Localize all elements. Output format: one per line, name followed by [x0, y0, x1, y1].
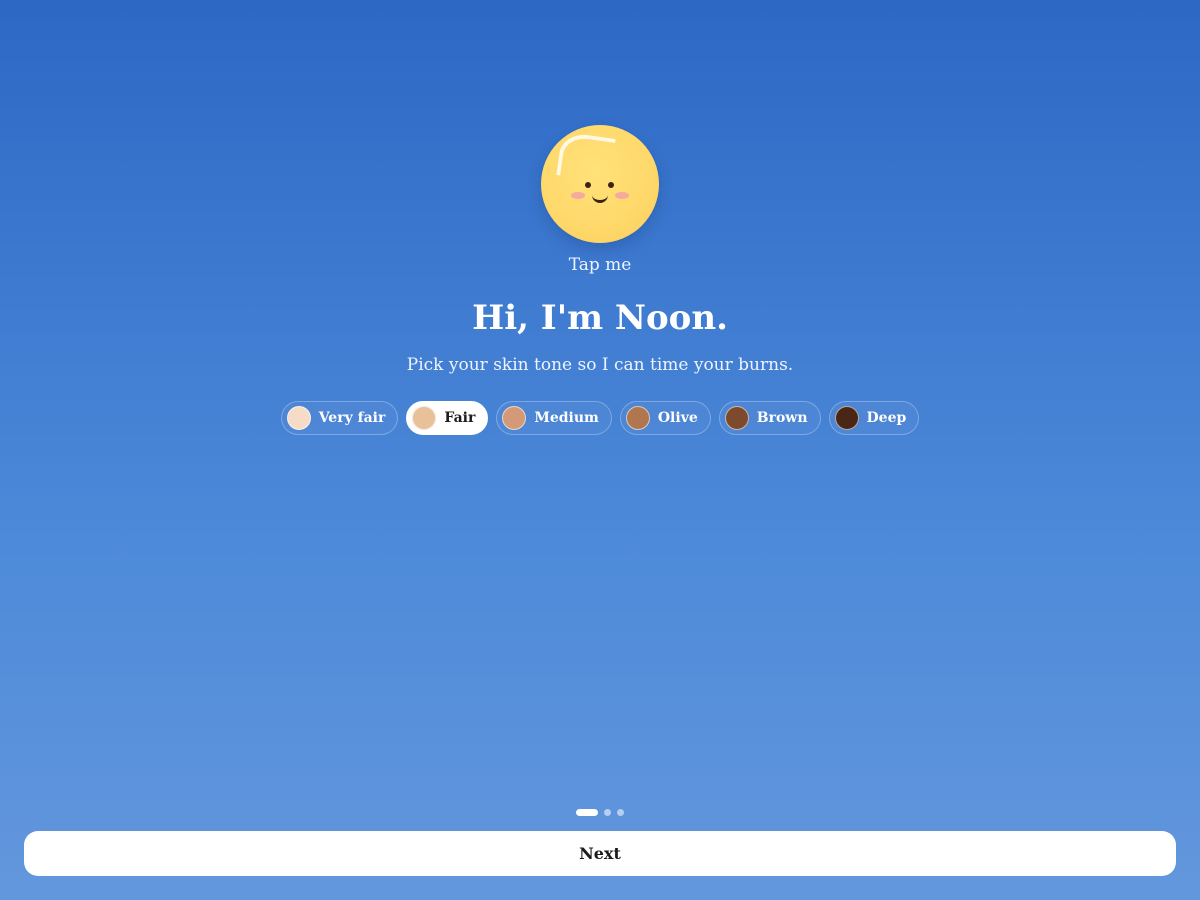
skin-swatch-icon — [412, 406, 437, 430]
page-subtitle: Pick your skin tone so I can time your b… — [406, 355, 794, 375]
skin-swatch-icon — [724, 406, 749, 430]
skin-tone-label: Deep — [866, 410, 907, 426]
skin-tone-medium[interactable]: Medium — [496, 401, 612, 435]
page-indicator — [0, 809, 1200, 816]
skin-swatch-icon — [834, 406, 859, 430]
skin-swatch-icon — [625, 406, 650, 430]
sun-face-icon — [541, 125, 659, 243]
page-dot — [604, 809, 611, 816]
skin-tone-label: Fair — [444, 410, 476, 426]
shine-highlight — [556, 131, 616, 183]
skin-tone-very-fair[interactable]: Very fair — [280, 401, 399, 435]
skin-swatch-icon — [502, 406, 527, 430]
skin-tone-deep[interactable]: Deep — [828, 401, 920, 435]
skin-tone-brown[interactable]: Brown — [718, 401, 821, 435]
left-cheek — [571, 192, 585, 199]
skin-swatch-icon — [286, 406, 311, 430]
tap-me-label: Tap me — [568, 255, 632, 275]
sun-mascot-button[interactable] — [541, 125, 659, 243]
skin-tone-label: Very fair — [318, 410, 386, 426]
page-dot — [617, 809, 624, 816]
page-title: Hi, I'm Noon. — [472, 298, 728, 338]
right-cheek — [615, 192, 629, 199]
left-eye — [585, 182, 591, 188]
page-dot — [576, 809, 598, 816]
skin-tone-fair[interactable]: Fair — [406, 401, 489, 435]
next-button[interactable]: Next — [24, 831, 1176, 876]
skin-tone-label: Brown — [756, 410, 808, 426]
right-eye — [608, 182, 614, 188]
skin-tone-olive[interactable]: Olive — [619, 401, 711, 435]
smile — [592, 192, 608, 203]
skin-tone-picker: Very fair Fair Medium Olive Brown Deep — [0, 401, 1200, 435]
skin-tone-label: Olive — [657, 410, 698, 426]
skin-tone-label: Medium — [534, 410, 599, 426]
